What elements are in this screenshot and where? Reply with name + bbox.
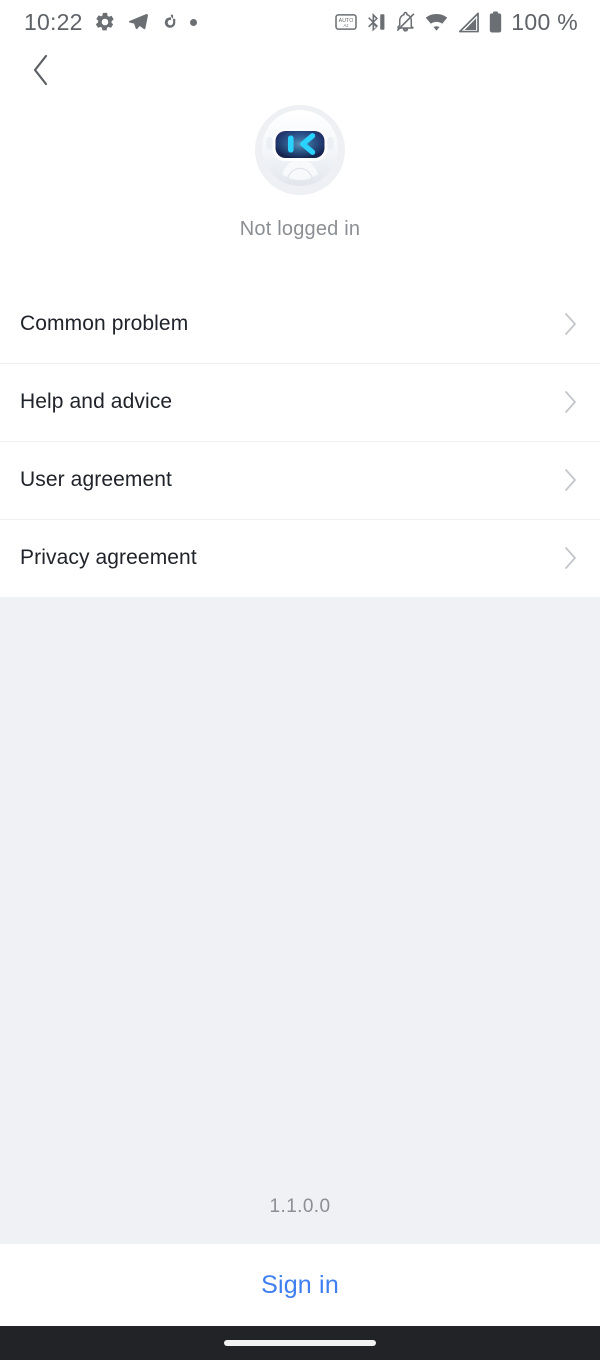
- chevron-right-icon: [565, 547, 576, 569]
- login-status-text: Not logged in: [239, 218, 361, 240]
- chevron-left-icon: [33, 54, 48, 86]
- menu-item-privacy-agreement[interactable]: Privacy agreement: [0, 519, 600, 597]
- auto-rotate-icon: AUTO Az: [335, 14, 358, 30]
- profile-section: Not logged in: [0, 96, 600, 241]
- app-header: [0, 44, 600, 96]
- status-bar-clock: 10:22: [24, 8, 83, 35]
- status-bar-right: AUTO Az 100 %: [335, 9, 578, 36]
- sign-in-label: Sign in: [261, 1270, 339, 1299]
- sign-in-button[interactable]: Sign in: [0, 1244, 600, 1326]
- status-bar: 10:22 AUTO Az 100 %: [0, 0, 600, 44]
- dot-icon: [189, 18, 197, 26]
- menu-item-label: Help and advice: [20, 390, 173, 413]
- bluetooth-battery-icon: [368, 13, 385, 32]
- gear-icon: [95, 12, 114, 31]
- menu-item-label: User agreement: [20, 468, 172, 491]
- svg-text:Az: Az: [344, 23, 349, 28]
- tiktok-note-icon: [164, 14, 175, 28]
- cellular-signal-icon: [459, 11, 480, 32]
- menu-item-help-and-advice[interactable]: Help and advice: [0, 363, 600, 441]
- menu-item-label: Common problem: [20, 312, 189, 335]
- battery-icon: [490, 11, 502, 33]
- battery-percentage: 100 %: [511, 8, 578, 35]
- status-bar-left: 10:22: [24, 9, 197, 36]
- chevron-right-icon: [565, 313, 576, 335]
- chevron-right-icon: [565, 469, 576, 491]
- content-background: 1.1.0.0: [0, 597, 600, 1244]
- menu-item-label: Privacy agreement: [20, 546, 197, 569]
- wifi-icon: [426, 13, 448, 31]
- menu-list: Common problem Help and advice User agre…: [0, 285, 600, 597]
- menu-item-user-agreement[interactable]: User agreement: [0, 441, 600, 519]
- back-button[interactable]: [22, 51, 60, 89]
- chevron-right-icon: [565, 391, 576, 413]
- home-indicator-pill[interactable]: [224, 1340, 376, 1346]
- avatar[interactable]: [254, 104, 346, 196]
- telegram-send-icon: [128, 13, 148, 30]
- notifications-muted-icon: [396, 11, 415, 32]
- menu-item-common-problem[interactable]: Common problem: [0, 285, 600, 363]
- app-screen: 10:22 AUTO Az 100 % Not logged in Common…: [0, 0, 600, 1360]
- system-navigation-bar: [0, 1326, 600, 1360]
- robot-avatar-icon: [255, 105, 345, 195]
- app-version-label: 1.1.0.0: [269, 1196, 331, 1217]
